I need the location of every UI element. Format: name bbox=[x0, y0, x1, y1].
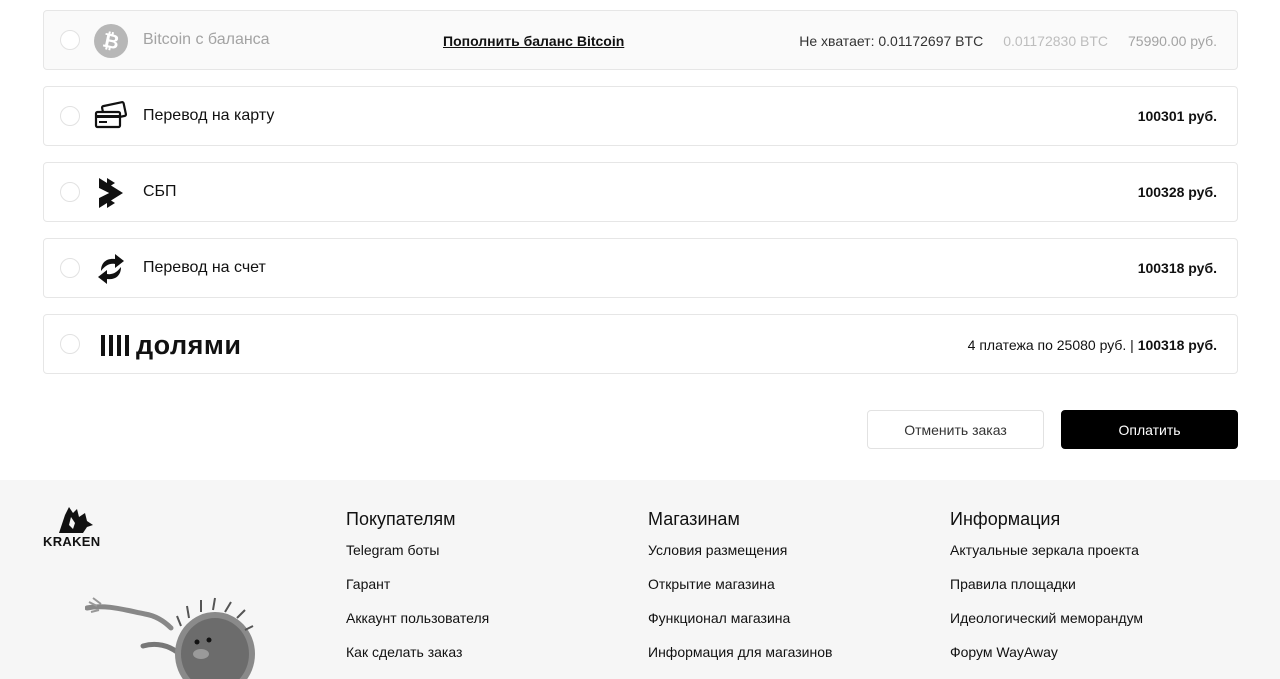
bitcoin-icon: ₿ bbox=[94, 24, 128, 58]
payment-option-sbp[interactable]: СБП 100328 руб. bbox=[43, 162, 1238, 222]
footer: KRAKEN Покупателям Telegram боты Гарант … bbox=[0, 480, 1280, 679]
bitcoin-balance-info: Не хватает: 0.01172697 BTC 0.01172830 BT… bbox=[799, 32, 1217, 50]
account-radio[interactable] bbox=[60, 258, 80, 278]
footer-link-shop-info[interactable]: Информация для магазинов bbox=[648, 643, 832, 661]
sbp-radio[interactable] bbox=[60, 182, 80, 202]
dolyami-logo: долями bbox=[101, 330, 241, 360]
btc-missing-amount: Не хватает: 0.01172697 BTC bbox=[799, 33, 984, 49]
card-price: 100301 руб. bbox=[1137, 108, 1217, 124]
footer-link-memorandum[interactable]: Идеологический меморандум bbox=[950, 609, 1143, 627]
card-radio[interactable] bbox=[60, 106, 80, 126]
footer-column-buyers: Покупателям Telegram боты Гарант Аккаунт… bbox=[346, 508, 489, 677]
payment-option-bitcoin: ₿ Bitcoin с баланса Пополнить баланс Bit… bbox=[43, 10, 1238, 70]
hedgehog-illustration bbox=[85, 597, 255, 679]
sbp-label: СБП bbox=[143, 183, 177, 200]
footer-link-rules[interactable]: Правила площадки bbox=[950, 575, 1143, 593]
footer-link-open-shop[interactable]: Открытие магазина bbox=[648, 575, 832, 593]
btc-amount: 0.01172830 BTC bbox=[1003, 33, 1109, 49]
bitcoin-price: 75990.00 руб. bbox=[1128, 33, 1217, 49]
footer-link-how-to-order[interactable]: Как сделать заказ bbox=[346, 643, 489, 661]
pay-button[interactable]: Оплатить bbox=[1061, 410, 1238, 449]
footer-heading-info: Информация bbox=[950, 509, 1061, 529]
payment-option-dolyami[interactable]: долями 4 платежа по 25080 руб. | 100318 … bbox=[43, 314, 1238, 374]
dolyami-bars-icon bbox=[101, 334, 129, 356]
account-label: Перевод на счет bbox=[143, 259, 266, 276]
footer-link-forum[interactable]: Форум WayAway bbox=[950, 643, 1143, 661]
dolyami-price: 4 платежа по 25080 руб. | 100318 руб. bbox=[968, 336, 1217, 354]
footer-heading-buyers: Покупателям bbox=[346, 509, 456, 529]
footer-link-shop-features[interactable]: Функционал магазина bbox=[648, 609, 832, 627]
footer-link-mirrors[interactable]: Актуальные зеркала проекта bbox=[950, 541, 1143, 559]
payment-option-account[interactable]: Перевод на счет 100318 руб. bbox=[43, 238, 1238, 298]
cancel-order-button[interactable]: Отменить заказ bbox=[867, 410, 1044, 449]
kraken-logo-icon[interactable] bbox=[43, 503, 107, 535]
footer-heading-shops: Магазинам bbox=[648, 509, 740, 529]
cards-icon bbox=[94, 101, 128, 129]
footer-column-info: Информация Актуальные зеркала проекта Пр… bbox=[950, 508, 1143, 677]
dolyami-total: 100318 руб. bbox=[1137, 337, 1217, 353]
footer-link-user-account[interactable]: Аккаунт пользователя bbox=[346, 609, 489, 627]
footer-link-placement-terms[interactable]: Условия размещения bbox=[648, 541, 832, 559]
kraken-logo-text: KRAKEN bbox=[43, 534, 101, 549]
card-label: Перевод на карту bbox=[143, 107, 275, 124]
account-price: 100318 руб. bbox=[1137, 260, 1217, 276]
sbp-icon bbox=[99, 178, 123, 208]
payment-option-card[interactable]: Перевод на карту 100301 руб. bbox=[43, 86, 1238, 146]
dolyami-installments: 4 платежа по 25080 руб. | bbox=[967, 337, 1134, 353]
bitcoin-label: Bitcoin с баланса bbox=[143, 31, 270, 48]
footer-link-telegram-bots[interactable]: Telegram боты bbox=[346, 541, 489, 559]
transfer-arrows-icon bbox=[98, 254, 124, 284]
bitcoin-radio bbox=[60, 30, 80, 50]
dolyami-radio[interactable] bbox=[60, 334, 80, 354]
footer-link-guarantee[interactable]: Гарант bbox=[346, 575, 489, 593]
topup-bitcoin-link[interactable]: Пополнить баланс Bitcoin bbox=[443, 32, 624, 50]
footer-column-shops: Магазинам Условия размещения Открытие ма… bbox=[648, 508, 832, 677]
dolyami-logo-text: долями bbox=[136, 330, 242, 360]
sbp-price: 100328 руб. bbox=[1137, 184, 1217, 200]
